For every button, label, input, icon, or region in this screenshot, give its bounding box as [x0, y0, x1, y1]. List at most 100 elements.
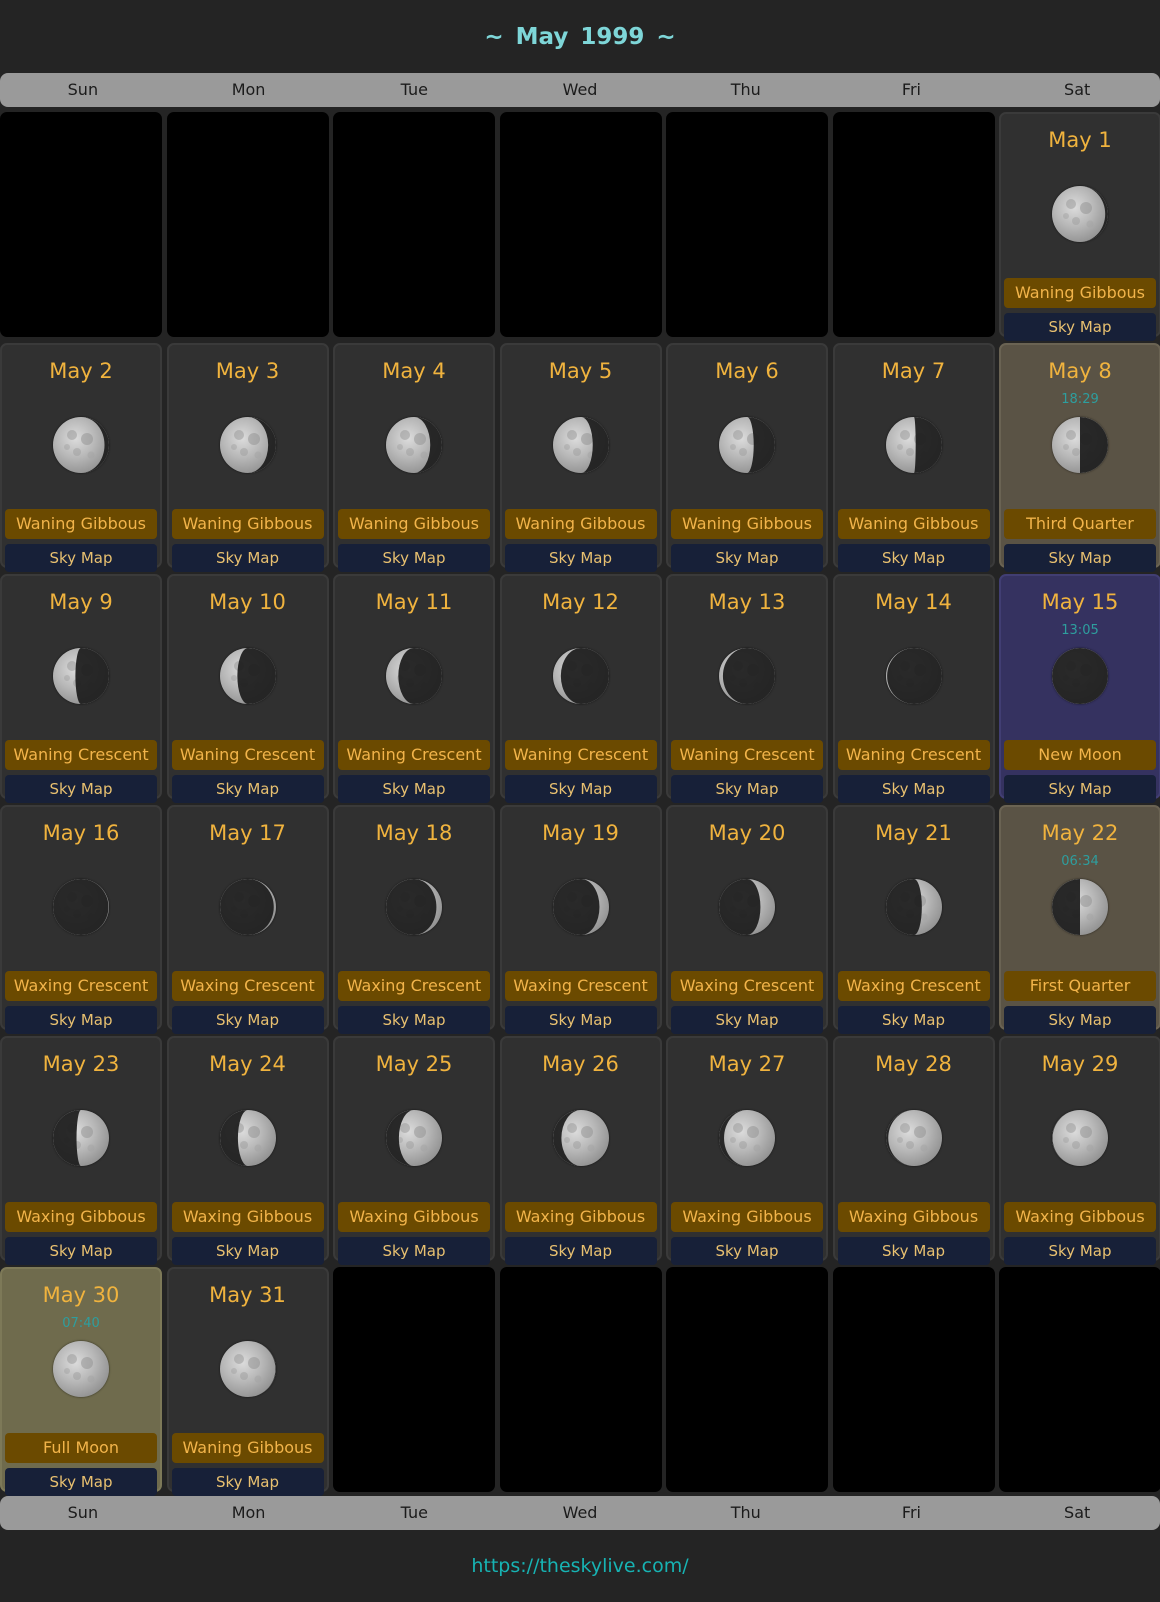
empty-day-cell: [333, 1267, 495, 1492]
day-cell: May 16 Waxing Crescent Sky Map: [0, 805, 162, 1034]
phase-label: New Moon: [1004, 740, 1156, 770]
site-link[interactable]: https://theskylive.com/: [471, 1555, 688, 1577]
moon-phase-icon: [552, 648, 609, 704]
moon-phase-icon: [53, 417, 109, 473]
day-cell: May 29 Waxing Gibbous Sky Map: [999, 1036, 1160, 1265]
phase-label: Waning Crescent: [837, 740, 990, 770]
weekday-label: Sun: [67, 1503, 99, 1522]
sky-map-button[interactable]: Sky Map: [171, 544, 324, 572]
title-tilde-left: ~: [484, 23, 504, 50]
day-cell: May 25 Waxing Gibbous Sky Map: [333, 1036, 495, 1265]
sky-map-button[interactable]: Sky Map: [504, 1237, 657, 1265]
day-cell: May 23 Waxing Gibbous Sky Map: [0, 1036, 162, 1265]
phase-label: Waxing Crescent: [837, 971, 990, 1001]
sky-map-button[interactable]: Sky Map: [171, 1468, 324, 1496]
phase-label: Waxing Crescent: [338, 971, 490, 1001]
sky-map-button[interactable]: Sky Map: [504, 544, 657, 572]
phase-label: Waning Gibbous: [1004, 278, 1156, 308]
day-cell: May 27 Waxing Gibbous Sky Map: [666, 1036, 828, 1265]
sky-map-button[interactable]: Sky Map: [5, 1237, 157, 1265]
weekday-label: Wed: [562, 1503, 598, 1522]
sky-map-button[interactable]: Sky Map: [1004, 1237, 1156, 1265]
phase-label: Waxing Gibbous: [837, 1202, 990, 1232]
sky-map-button[interactable]: Sky Map: [837, 544, 990, 572]
sky-map-button[interactable]: Sky Map: [837, 1006, 990, 1034]
day-date: May 29: [1041, 1052, 1119, 1076]
phase-label: Waxing Crescent: [5, 971, 157, 1001]
day-cell: May 7 Waning Gibbous Sky Map: [832, 343, 995, 572]
day-cell: May 10 Waning Crescent Sky Map: [166, 574, 329, 803]
phase-label: Waning Gibbous: [171, 1433, 324, 1463]
phase-time: 06:34: [1061, 854, 1099, 869]
sky-map-button[interactable]: Sky Map: [5, 775, 157, 803]
sky-map-button[interactable]: Sky Map: [671, 544, 823, 572]
sky-map-button[interactable]: Sky Map: [504, 775, 657, 803]
sky-map-button[interactable]: Sky Map: [837, 775, 990, 803]
weekday-label: Fri: [901, 80, 921, 99]
sky-map-button[interactable]: Sky Map: [1004, 544, 1156, 572]
sky-map-button[interactable]: Sky Map: [338, 775, 490, 803]
sky-map-button[interactable]: Sky Map: [171, 1237, 324, 1265]
day-date: May 19: [542, 821, 619, 845]
empty-day-cell: [666, 1267, 828, 1492]
sky-map-button[interactable]: Sky Map: [671, 1006, 823, 1034]
day-cell: May 17 Waxing Crescent Sky Map: [166, 805, 329, 1034]
sky-map-button[interactable]: Sky Map: [837, 1237, 990, 1265]
day-cell: May 13 Waning Crescent Sky Map: [666, 574, 828, 803]
day-date: May 13: [708, 590, 786, 614]
phase-label: Waning Gibbous: [504, 509, 657, 539]
day-date: May 16: [42, 821, 120, 845]
day-cell: May 15 13:05 New Moon Sky Map: [999, 574, 1160, 803]
day-date: May 1: [1048, 128, 1112, 152]
month-title: May 1999: [515, 23, 645, 50]
day-date: May 17: [209, 821, 286, 845]
sky-map-button[interactable]: Sky Map: [171, 1006, 324, 1034]
day-date: May 10: [209, 590, 286, 614]
sky-map-button[interactable]: Sky Map: [5, 1006, 157, 1034]
sky-map-button[interactable]: Sky Map: [504, 1006, 657, 1034]
day-cell: May 31 Waning Gibbous Sky Map: [166, 1267, 329, 1496]
day-date: May 30: [42, 1283, 120, 1307]
day-date: May 12: [542, 590, 619, 614]
sky-map-button[interactable]: Sky Map: [1004, 313, 1156, 341]
sky-map-button[interactable]: Sky Map: [671, 775, 823, 803]
day-date: May 28: [875, 1052, 952, 1076]
day-cell: May 28 Waxing Gibbous Sky Map: [832, 1036, 995, 1265]
sky-map-button[interactable]: Sky Map: [671, 1237, 823, 1265]
moon-phase-icon: [219, 879, 276, 935]
empty-day-cell: [499, 112, 662, 337]
day-cell: May 24 Waxing Gibbous Sky Map: [166, 1036, 329, 1265]
day-date: May 3: [215, 359, 280, 383]
empty-day-cell: [832, 1267, 995, 1492]
day-date: May 26: [542, 1052, 619, 1076]
moon-phase-icon: [719, 648, 775, 704]
sky-map-button[interactable]: Sky Map: [1004, 1006, 1156, 1034]
sky-map-button[interactable]: Sky Map: [338, 1006, 490, 1034]
phase-time: 13:05: [1061, 623, 1099, 638]
moon-phase-icon: [386, 879, 442, 935]
sky-map-button[interactable]: Sky Map: [5, 1468, 157, 1496]
phase-label: Waxing Crescent: [171, 971, 324, 1001]
phase-label: Waxing Gibbous: [338, 1202, 490, 1232]
day-date: May 25: [375, 1052, 453, 1076]
phase-label: First Quarter: [1004, 971, 1156, 1001]
phase-time: 18:29: [1061, 392, 1099, 407]
sky-map-button[interactable]: Sky Map: [338, 544, 490, 572]
day-date: May 31: [209, 1283, 286, 1307]
moon-phase-icon: [1052, 879, 1108, 935]
moon-phase-icon: [219, 1110, 276, 1166]
weekday-label: Thu: [730, 1503, 761, 1522]
phase-label: Waxing Gibbous: [5, 1202, 157, 1232]
phase-label: Waning Gibbous: [5, 509, 157, 539]
sky-map-button[interactable]: Sky Map: [338, 1237, 490, 1265]
day-cell: May 22 06:34 First Quarter Sky Map: [999, 805, 1160, 1034]
day-date: May 15: [1041, 590, 1119, 614]
sky-map-button[interactable]: Sky Map: [1004, 775, 1156, 803]
day-cell: May 30 07:40 Full Moon Sky Map: [0, 1267, 162, 1496]
empty-day-cell: [166, 112, 329, 337]
sky-map-button[interactable]: Sky Map: [171, 775, 324, 803]
weekday-label: Tue: [400, 80, 428, 99]
sky-map-button[interactable]: Sky Map: [5, 544, 157, 572]
empty-day-cell: [832, 112, 995, 337]
moon-phase-icon: [719, 1110, 775, 1166]
